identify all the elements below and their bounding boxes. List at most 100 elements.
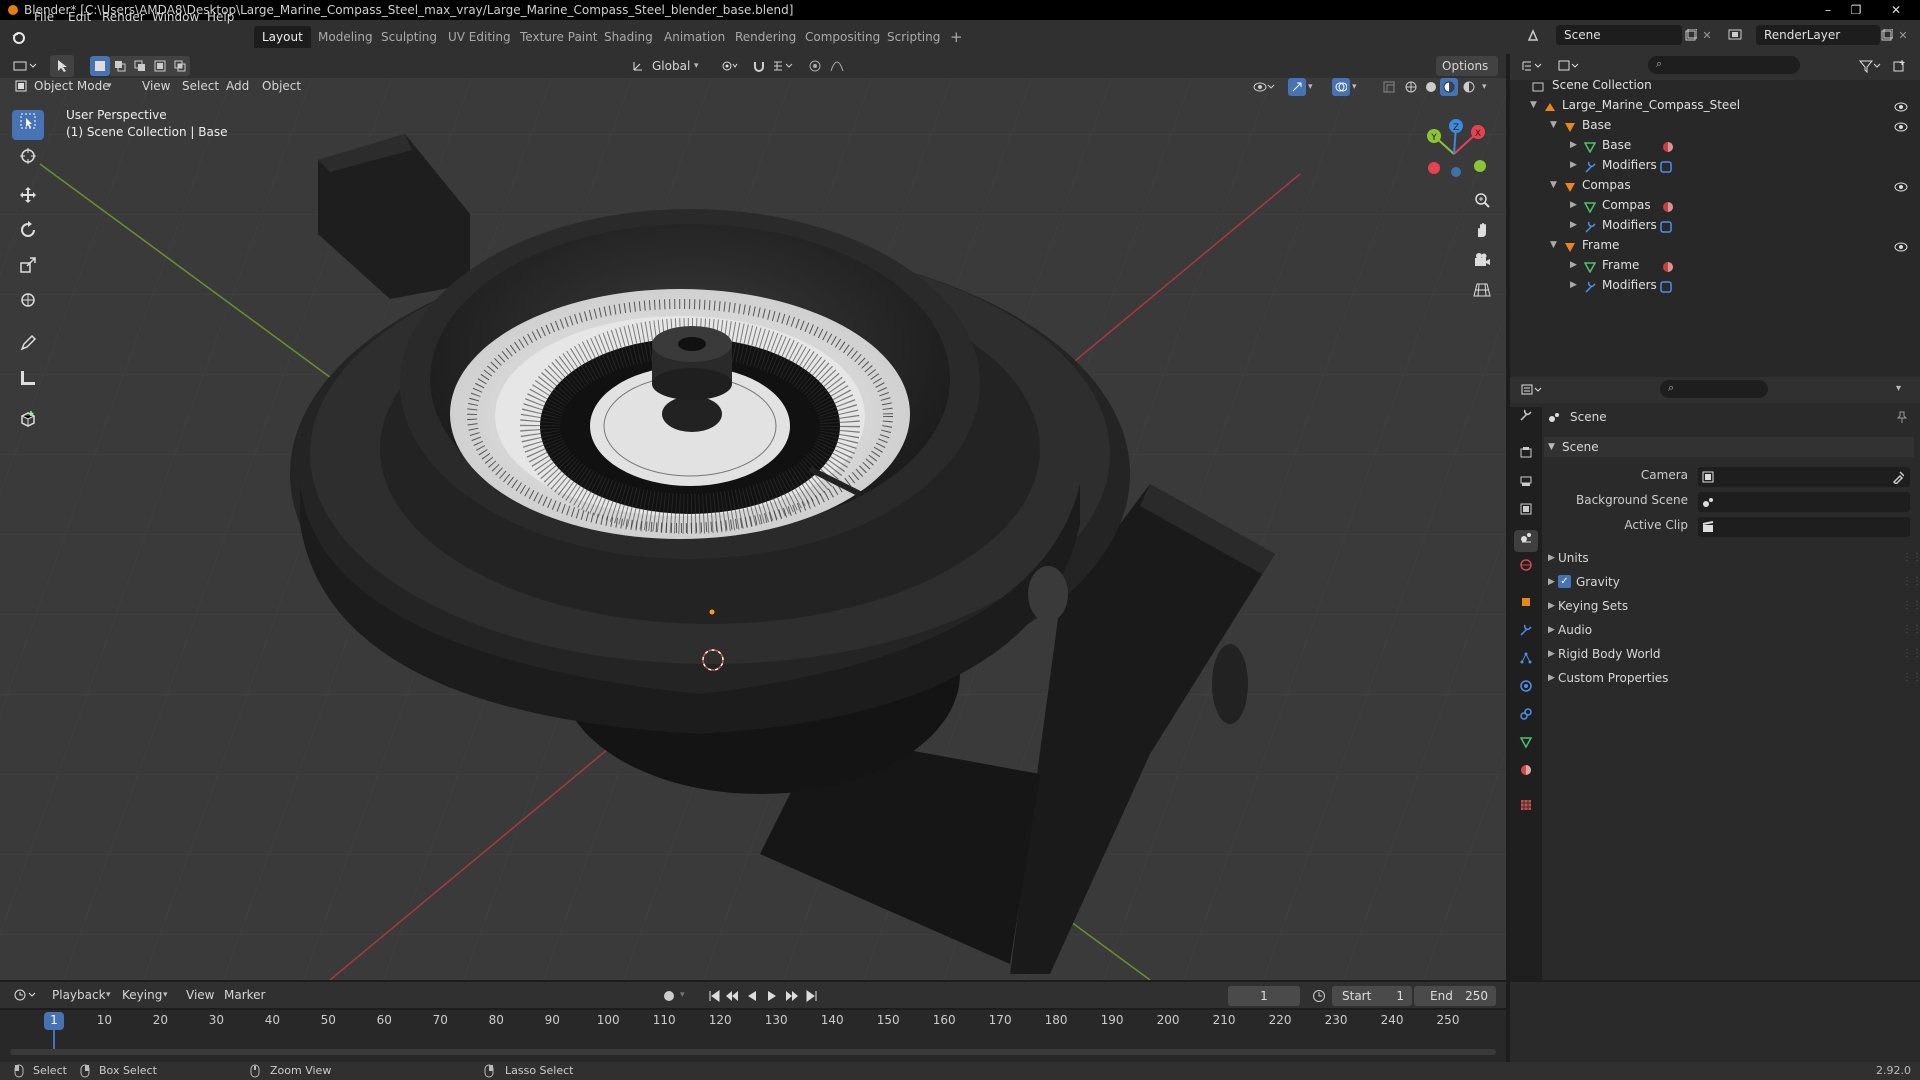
timeline-menu-marker[interactable]: Marker	[218, 985, 271, 1005]
select-tool-icon[interactable]	[50, 55, 74, 77]
tab-compositing[interactable]: Compositing	[797, 26, 888, 48]
viewport-menu-add[interactable]: Add	[220, 76, 255, 96]
tool-scale-icon[interactable]	[12, 254, 44, 284]
jump-to-keyframe-forward-icon[interactable]	[784, 987, 800, 1005]
new-collection-icon[interactable]	[1890, 56, 1910, 76]
tool-rotate-icon[interactable]	[12, 219, 44, 249]
view-layer-field[interactable]: RenderLayer	[1756, 25, 1880, 45]
tab-scripting[interactable]: Scripting	[879, 26, 948, 48]
snap-target-icon[interactable]	[768, 56, 798, 76]
menu-window[interactable]: Window	[152, 9, 199, 25]
blender-menu-icon[interactable]	[9, 28, 27, 46]
active-clip-field[interactable]	[1698, 517, 1910, 537]
viewport-menu-select[interactable]: Select	[176, 76, 225, 96]
viewport-options-dropdown[interactable]: Options	[1436, 56, 1498, 76]
timeline-scrollbar[interactable]	[10, 1049, 1496, 1055]
drag-handle-icon[interactable]: ⋮⋮	[1902, 644, 1920, 664]
drag-handle-icon[interactable]: ⋮⋮	[1902, 620, 1920, 640]
proportional-falloff-icon[interactable]	[828, 56, 846, 76]
expand-right-icon[interactable]: ▶	[1570, 155, 1577, 175]
camera-view-icon[interactable]	[1468, 250, 1496, 278]
object-visibility-icon[interactable]	[1250, 78, 1278, 96]
outliner-row-mesh[interactable]: ▶ Frame	[1510, 255, 1920, 275]
add-workspace-button[interactable]: +	[942, 26, 971, 48]
delete-view-layer-icon[interactable]: ✕	[1896, 26, 1910, 44]
pin-icon[interactable]	[1894, 409, 1910, 425]
tab-scene-icon[interactable]	[1514, 530, 1538, 552]
tool-annotate-icon[interactable]	[12, 332, 44, 362]
wireframe-shading-icon[interactable]	[1402, 78, 1420, 96]
view-layer-browse-icon[interactable]	[1724, 26, 1748, 44]
scene-browse-icon[interactable]	[1524, 26, 1544, 44]
material-preview-shading-icon[interactable]	[1440, 78, 1458, 96]
tab-modifiers-icon[interactable]	[1514, 623, 1538, 645]
select-new-icon[interactable]	[90, 56, 110, 76]
subpanel-rigid-body-world[interactable]: ▶ Rigid Body World ⋮⋮	[1544, 644, 1920, 664]
gizmo-toggle-icon[interactable]	[1288, 78, 1306, 96]
tab-shading[interactable]: Shading	[596, 26, 661, 48]
expand-right-icon[interactable]: ▶	[1570, 275, 1577, 295]
editor-type-icon[interactable]	[10, 56, 40, 76]
3d-viewport[interactable]	[0, 54, 1506, 980]
camera-field[interactable]	[1698, 467, 1910, 487]
tab-layout[interactable]: Layout	[254, 26, 311, 48]
expand-down-icon[interactable]: ▼	[1550, 175, 1557, 195]
drag-handle-icon[interactable]: ⋮⋮	[1902, 668, 1920, 688]
expand-down-icon[interactable]: ▼	[1550, 235, 1557, 255]
tool-move-icon[interactable]	[12, 184, 44, 214]
subpanel-gravity[interactable]: ▶ ✓ Gravity ⋮⋮	[1544, 572, 1920, 592]
menu-edit[interactable]: Edit	[68, 9, 91, 25]
material-icon[interactable]	[1662, 259, 1674, 272]
outliner-row-collection[interactable]: ▼ Large_Marine_Compass_Steel	[1510, 95, 1920, 115]
drag-handle-icon[interactable]: ⋮⋮	[1902, 572, 1920, 592]
material-icon[interactable]	[1662, 139, 1674, 152]
tab-texture-paint[interactable]: Texture Paint	[512, 26, 605, 48]
expand-down-icon[interactable]: ▼	[1550, 115, 1557, 135]
properties-editor-type-icon[interactable]	[1518, 380, 1546, 400]
menu-file[interactable]: File	[34, 9, 54, 25]
snap-icon[interactable]	[750, 56, 768, 76]
rendered-shading-icon[interactable]	[1460, 78, 1478, 96]
pan-view-icon[interactable]	[1468, 220, 1496, 248]
menu-render[interactable]: Render	[102, 9, 145, 25]
tool-add-cube-icon[interactable]	[12, 408, 44, 438]
jump-to-end-icon[interactable]	[804, 987, 820, 1005]
end-frame-field[interactable]: End 250	[1414, 986, 1496, 1006]
scene-name-field[interactable]: Scene	[1556, 25, 1682, 45]
subpanel-keying-sets[interactable]: ▶ Keying Sets ⋮⋮	[1544, 596, 1920, 616]
auto-keying-icon[interactable]	[660, 987, 678, 1005]
start-frame-field[interactable]: Start 1	[1332, 986, 1412, 1006]
chevron-down-icon[interactable]: ▾	[1896, 380, 1901, 398]
outliner-row-mesh[interactable]: ▶ Compas	[1510, 195, 1920, 215]
tool-cursor-icon[interactable]	[12, 145, 44, 175]
solid-shading-icon[interactable]	[1422, 78, 1440, 96]
tab-particles-icon[interactable]	[1514, 651, 1538, 673]
overlays-toggle-icon[interactable]	[1332, 78, 1350, 96]
chevron-down-icon[interactable]: ▾	[1308, 78, 1313, 96]
xray-toggle-icon[interactable]	[1380, 78, 1398, 96]
interaction-mode-dropdown[interactable]: Object Mode	[28, 76, 118, 96]
menu-help[interactable]: Help	[207, 9, 234, 25]
new-scene-icon[interactable]	[1684, 28, 1698, 42]
tool-transform-icon[interactable]	[12, 289, 44, 319]
outliner-search-input[interactable]: ⌕	[1648, 56, 1800, 74]
outliner-row-modifiers[interactable]: ▶ Modifiers	[1510, 275, 1920, 295]
outliner-editor-type-icon[interactable]	[1518, 56, 1546, 76]
zoom-view-icon[interactable]	[1468, 190, 1496, 218]
preview-range-icon[interactable]	[1310, 987, 1328, 1005]
tool-select-box-icon[interactable]	[12, 110, 44, 140]
viewport-menu-object[interactable]: Object	[256, 76, 307, 96]
eyedropper-icon[interactable]	[1892, 470, 1905, 487]
tab-object-icon[interactable]	[1514, 595, 1538, 617]
expand-right-icon[interactable]: ▶	[1570, 255, 1577, 275]
maximize-button[interactable]: ❐	[1842, 0, 1870, 20]
timeline-menu-view[interactable]: View	[180, 985, 220, 1005]
tab-modeling[interactable]: Modeling	[310, 26, 381, 48]
drag-handle-icon[interactable]: ⋮⋮	[1902, 596, 1920, 616]
current-frame-field[interactable]: 1	[1228, 986, 1300, 1006]
select-invert-icon[interactable]	[150, 56, 170, 76]
pivot-point-icon[interactable]	[716, 56, 744, 76]
minimize-button[interactable]: –	[1814, 0, 1842, 20]
material-icon[interactable]	[1662, 199, 1674, 212]
outliner-row-mesh[interactable]: ▶ Base	[1510, 135, 1920, 155]
